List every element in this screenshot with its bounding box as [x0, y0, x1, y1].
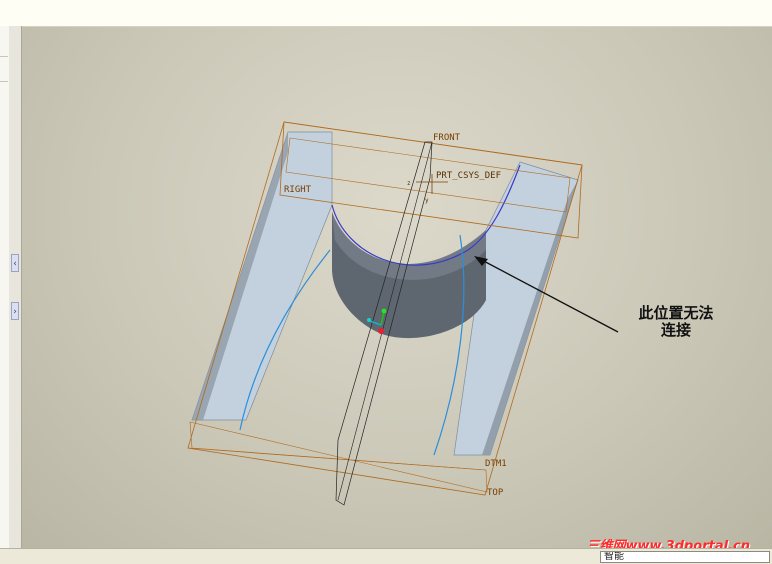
- model-canvas[interactable]: FRONT RIGHT DTM1 TOP PRT_CSYS_DEF z y: [22, 27, 772, 548]
- triad-origin: [378, 328, 384, 334]
- annotation-note: 此位置无法 连接: [606, 305, 746, 339]
- panel-sash[interactable]: ‹ ›: [9, 26, 22, 548]
- label-top: TOP: [487, 488, 504, 498]
- status-bar: 智能: [0, 548, 772, 564]
- label-front: FRONT: [433, 133, 461, 143]
- toolbar-strip: [0, 0, 772, 27]
- datum-dtm1-plane[interactable]: [189, 421, 488, 493]
- triad-x-dot: [367, 318, 371, 322]
- datum-edge-line: [187, 447, 486, 471]
- annotation-line-1: 此位置无法: [638, 304, 714, 322]
- selection-filter[interactable]: 智能: [600, 551, 770, 563]
- collapse-left-arrow-icon[interactable]: ‹: [11, 254, 19, 272]
- panel-divider: [0, 56, 8, 57]
- triad-y-dot: [381, 308, 387, 314]
- label-right: RIGHT: [284, 185, 312, 195]
- annotation-line-2: 连接: [660, 321, 691, 339]
- csys-z-label: z: [407, 180, 411, 187]
- label-csys: PRT_CSYS_DEF: [436, 171, 501, 181]
- panel-divider: [0, 81, 8, 82]
- label-dtm1: DTM1: [485, 459, 507, 469]
- graphics-window[interactable]: FRONT RIGHT DTM1 TOP PRT_CSYS_DEF z y: [22, 27, 772, 548]
- expand-right-arrow-icon[interactable]: ›: [11, 302, 19, 320]
- csys-y-label: y: [425, 197, 429, 204]
